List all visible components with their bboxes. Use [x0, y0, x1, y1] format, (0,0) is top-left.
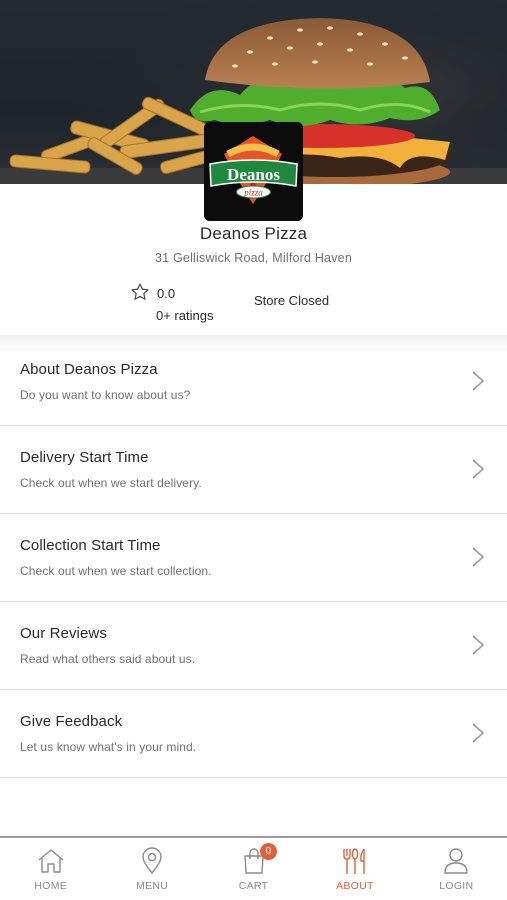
list-item-delivery-time[interactable]: Delivery Start Time Check out when we st… [0, 426, 507, 514]
list-item-collection-time[interactable]: Collection Start Time Check out when we … [0, 514, 507, 602]
store-name: Deanos Pizza [199, 224, 308, 243]
list-item-feedback[interactable]: Give Feedback Let us know what's in your… [0, 690, 507, 778]
list-item-about[interactable]: About Deanos Pizza Do you want to know a… [0, 338, 507, 426]
user-icon [444, 848, 469, 874]
cart-count-badge: 0 [259, 843, 277, 860]
chevron-right-icon [472, 635, 485, 655]
nav-cart-label: CART [238, 880, 269, 892]
chevron-right-icon [472, 371, 485, 391]
list-item-subtitle: Let us know what's in your mind. [20, 740, 197, 754]
list-item-title: Delivery Start Time [20, 449, 149, 466]
list-item-subtitle: Check out when we start delivery. [20, 476, 202, 490]
nav-home[interactable]: HOME [0, 838, 101, 900]
nav-cart[interactable]: 0 CART [203, 838, 304, 900]
svg-text:pizza: pizza [243, 188, 263, 198]
bottom-navigation: HOME MENU 0 CART ABOUT LOGIN [0, 836, 507, 900]
location-pin-icon [142, 847, 162, 875]
list-item-title: Give Feedback [20, 713, 123, 730]
list-item-subtitle: Read what others said about us. [20, 652, 196, 666]
fork-knife-icon [343, 848, 365, 874]
rating-count: 0+ ratings [156, 308, 214, 323]
list-item-title: Our Reviews [20, 625, 107, 642]
svg-text:Deanos: Deanos [227, 165, 280, 184]
rating-value: 0.0 [157, 286, 176, 301]
list-item-subtitle: Do you want to know about us? [20, 388, 191, 402]
list-item-reviews[interactable]: Our Reviews Read what others said about … [0, 602, 507, 690]
nav-menu[interactable]: MENU [101, 838, 202, 900]
list-item-subtitle: Check out when we start collection. [20, 564, 212, 578]
chevron-right-icon [472, 723, 485, 743]
nav-about-label: ABOUT [336, 880, 374, 892]
nav-login[interactable]: LOGIN [406, 838, 507, 900]
nav-about[interactable]: ABOUT [304, 838, 405, 900]
star-outline-icon [131, 283, 149, 300]
nav-login-label: LOGIN [439, 880, 474, 892]
store-address: 31 Gelliswick Road, Milford Haven [155, 251, 352, 265]
nav-home-label: HOME [34, 880, 68, 892]
store-logo: Deanos pizza [204, 122, 303, 221]
chevron-right-icon [472, 547, 485, 567]
store-status: Store Closed [254, 293, 330, 308]
nav-menu-label: MENU [136, 880, 169, 892]
home-icon [38, 849, 64, 873]
chevron-right-icon [472, 459, 485, 479]
list-item-title: About Deanos Pizza [20, 361, 158, 378]
about-menu-list: About Deanos Pizza Do you want to know a… [0, 338, 507, 778]
list-item-title: Collection Start Time [20, 537, 161, 554]
